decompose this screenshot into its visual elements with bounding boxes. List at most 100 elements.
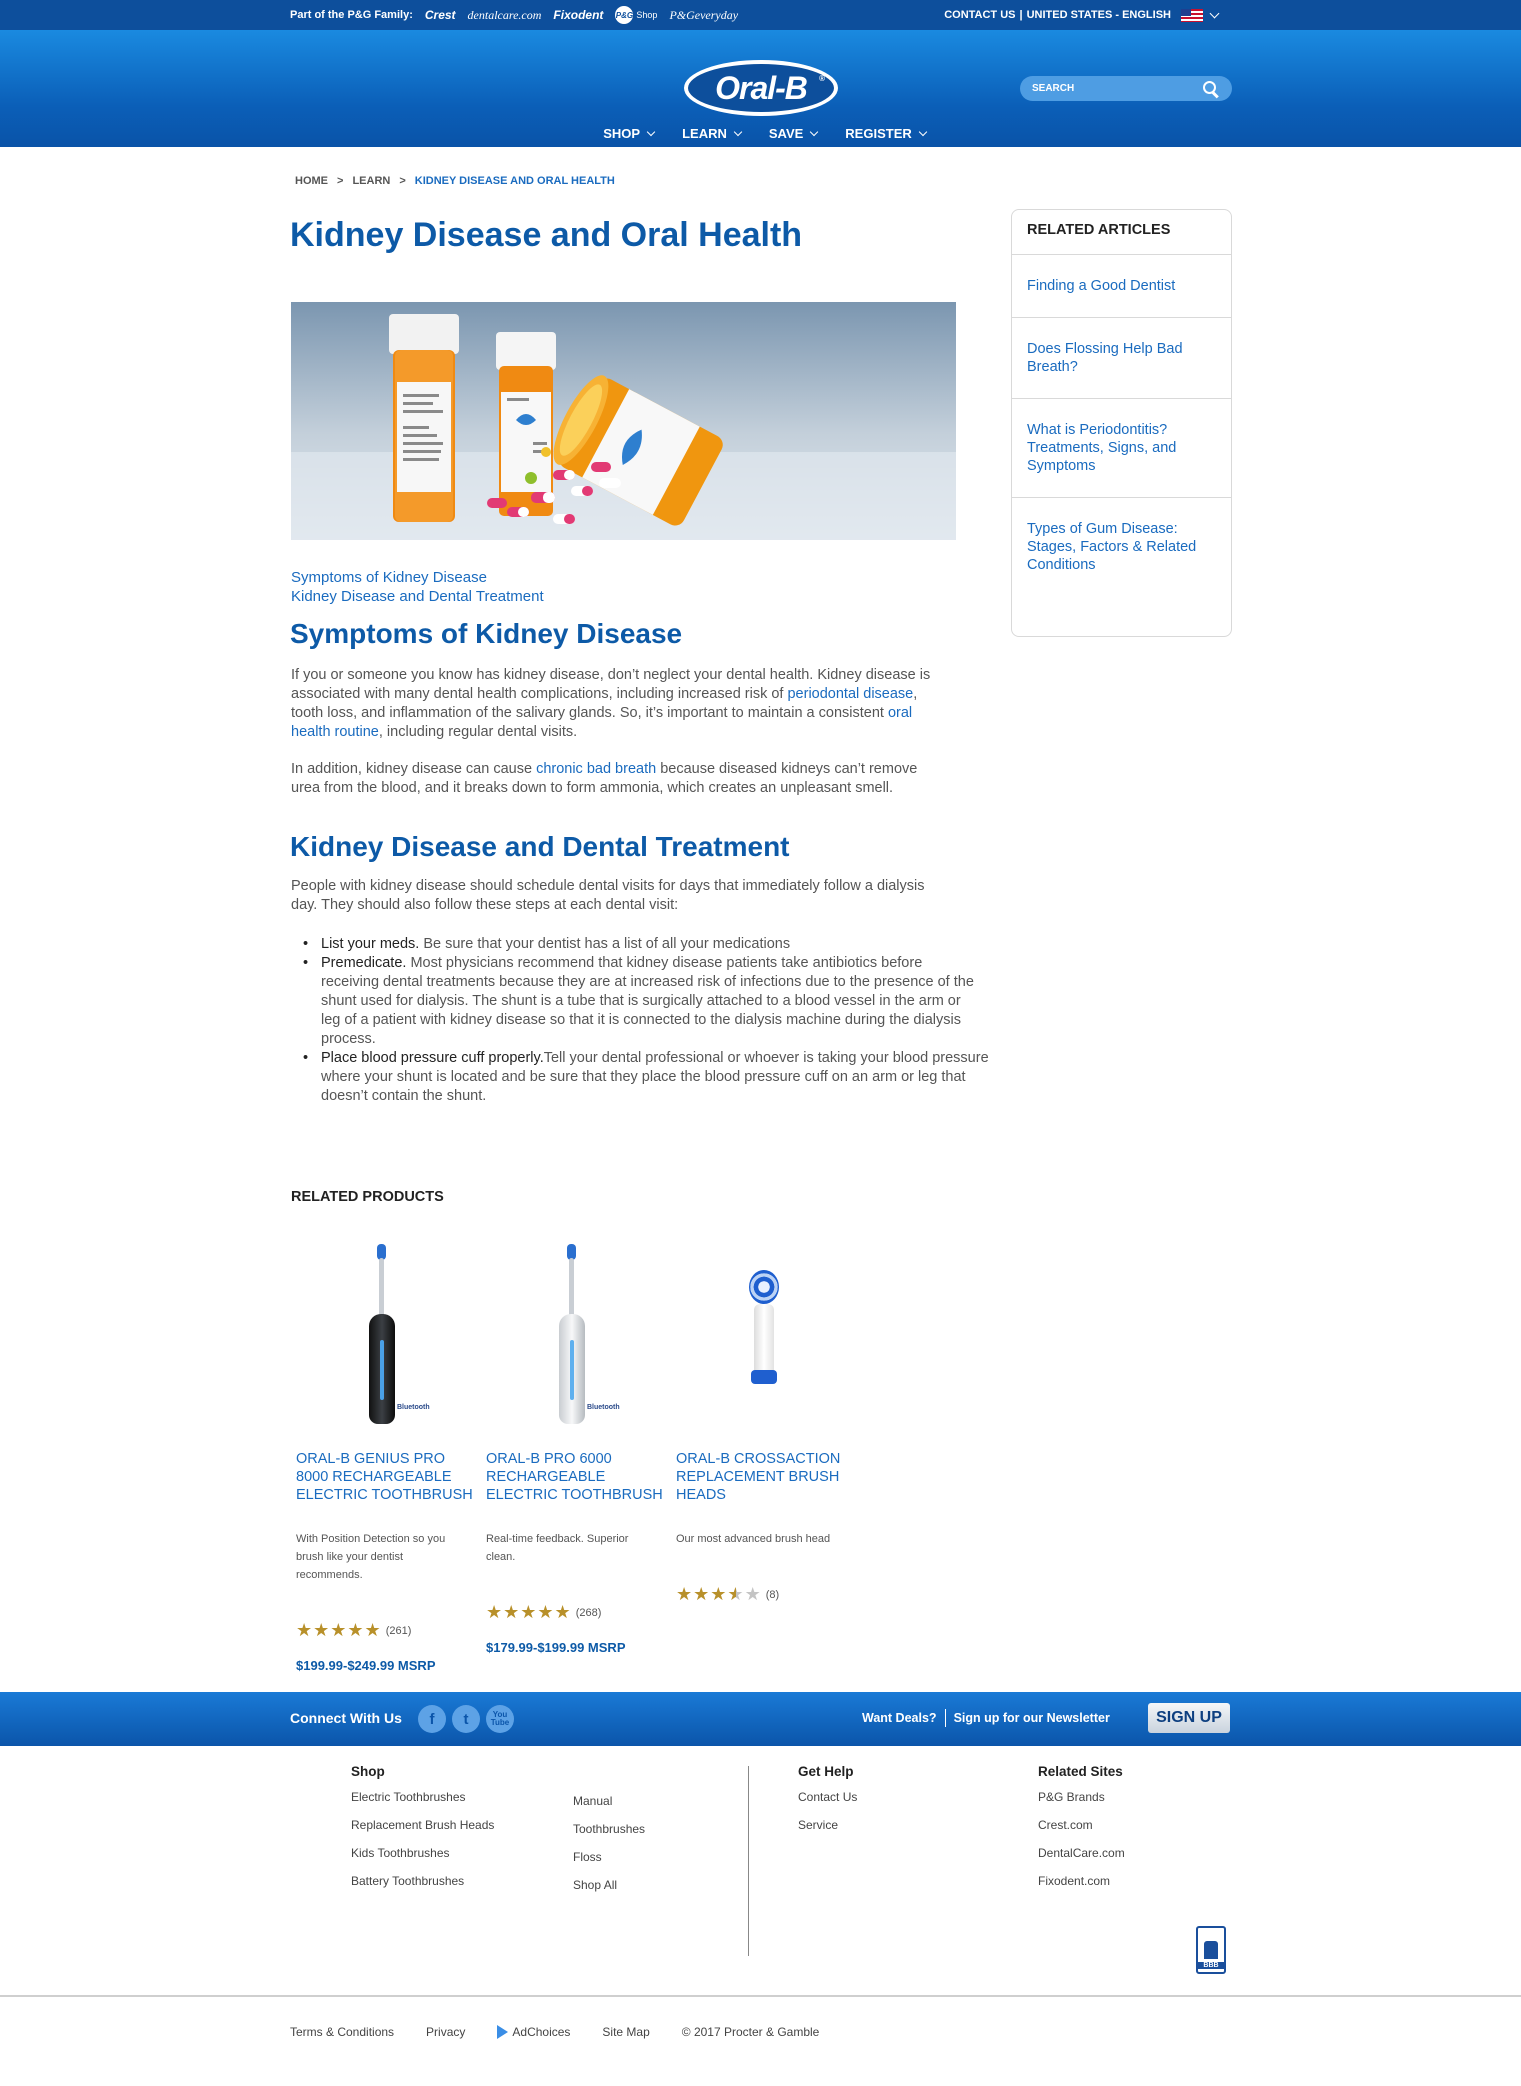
main-nav: SHOP LEARN SAVE REGISTER (0, 126, 1521, 141)
footer-link[interactable]: P&G Brands (1038, 1790, 1125, 1818)
section-heading-symptoms: Symptoms of Kidney Disease (290, 618, 683, 649)
footer-link[interactable]: Crest.com (1038, 1818, 1125, 1846)
facebook-icon[interactable]: f (418, 1705, 446, 1733)
product-card-pro-6000[interactable]: Bluetooth ORAL-B PRO 6000 RECHARGEABLE E… (481, 1240, 671, 1655)
site-map-link[interactable]: Site Map (602, 2025, 649, 2039)
related-article-link[interactable]: Types of Gum Disease: Stages, Factors & … (1012, 498, 1231, 596)
dentalcare-link[interactable]: dentalcare.com (468, 8, 542, 23)
youtube-icon[interactable]: You Tube (486, 1705, 514, 1733)
breadcrumb-separator: > (337, 175, 344, 187)
review-count[interactable]: (8) (766, 1589, 779, 1601)
footer-link[interactable]: Shop All (573, 1878, 645, 1906)
search-icon[interactable] (1202, 80, 1220, 98)
step-text: Be sure that your dentist has a list of … (419, 936, 791, 952)
nav-save[interactable]: SAVE (769, 126, 819, 141)
fixodent-link[interactable]: Fixodent (553, 8, 603, 22)
twitter-icon[interactable]: t (452, 1705, 480, 1733)
chronic-bad-breath-link[interactable]: chronic bad breath (536, 761, 656, 777)
article-toc: Symptoms of Kidney Disease Kidney Diseas… (291, 568, 544, 606)
chevron-down-icon (733, 127, 743, 136)
bbb-accredited-badge[interactable]: BBB (1196, 1926, 1226, 1974)
breadcrumb-home[interactable]: HOME (295, 175, 328, 187)
related-article-link[interactable]: Finding a Good Dentist (1012, 255, 1231, 318)
footer-link[interactable]: Battery Toothbrushes (351, 1874, 494, 1902)
pill-bottles-illustration (291, 314, 956, 540)
footer-shop-column-2: Manual Toothbrushes Floss Shop All (573, 1794, 645, 1906)
product-price: $199.99-$249.99 MSRP (296, 1658, 436, 1673)
sign-up-button[interactable]: SIGN UP (1148, 1703, 1230, 1733)
brush-head-icon (749, 1270, 779, 1384)
product-name[interactable]: ORAL-B PRO 6000 RECHARGEABLE ELECTRIC TO… (486, 1450, 671, 1504)
registered-mark: ® (819, 74, 825, 83)
footer-heading: Shop (351, 1764, 385, 1779)
product-name[interactable]: ORAL-B CROSSACTION REPLACEMENT BRUSH HEA… (676, 1450, 861, 1504)
footer-link[interactable]: DentalCare.com (1038, 1846, 1125, 1874)
step-lead: Premedicate. (321, 955, 407, 971)
pg-family-bar: Part of the P&G Family: Crest dentalcare… (0, 0, 1521, 30)
pg-logo-icon: P&G (615, 6, 634, 24)
adchoices-link[interactable]: AdChoices (497, 2025, 570, 2039)
review-count[interactable]: (261) (386, 1625, 412, 1637)
terms-link[interactable]: Terms & Conditions (290, 2025, 394, 2039)
connect-label: Connect With Us (290, 1710, 402, 1726)
product-name[interactable]: ORAL-B GENIUS PRO 8000 RECHARGEABLE ELEC… (296, 1450, 481, 1504)
product-image[interactable]: Bluetooth (291, 1240, 481, 1425)
product-image[interactable] (671, 1240, 861, 1425)
footer-link[interactable]: Electric Toothbrushes (351, 1790, 494, 1818)
nav-learn[interactable]: LEARN (682, 126, 743, 141)
footer-help-column: Get Help Contact Us Service (798, 1764, 857, 1846)
product-description: Our most advanced brush head (676, 1533, 831, 1545)
footer-link[interactable]: Contact Us (798, 1790, 857, 1818)
social-links: f t You Tube (418, 1705, 514, 1733)
footer-link[interactable]: Kids Toothbrushes (351, 1846, 494, 1874)
footer-link[interactable]: Toothbrushes (573, 1822, 645, 1850)
us-flag-icon[interactable] (1181, 8, 1203, 22)
search-placeholder: SEARCH (1032, 83, 1075, 94)
article-paragraph: In addition, kidney disease can cause ch… (291, 760, 931, 798)
oral-b-logo[interactable]: Oral-B ® (684, 60, 838, 116)
footer-link[interactable]: Manual (573, 1794, 645, 1822)
site-header: Oral-B ® SEARCH SHOP LEARN SAVE REGISTER (0, 30, 1521, 147)
chevron-down-icon[interactable] (1209, 8, 1220, 18)
nav-label: SHOP (603, 126, 641, 141)
product-card-genius-8000[interactable]: Bluetooth ORAL-B GENIUS PRO 8000 RECHARG… (291, 1240, 481, 1673)
product-rating: ★★★★★ (261) (296, 1620, 411, 1641)
review-count[interactable]: (268) (576, 1607, 602, 1619)
privacy-link[interactable]: Privacy (426, 2025, 465, 2039)
product-rating: ★★★★★ (268) (486, 1602, 601, 1623)
periodontal-disease-link[interactable]: periodontal disease (787, 686, 913, 702)
footer-heading: Get Help (798, 1764, 854, 1779)
contact-us-link[interactable]: CONTACT US (944, 9, 1015, 21)
nav-register[interactable]: REGISTER (845, 126, 928, 141)
product-image[interactable]: Bluetooth (481, 1240, 671, 1425)
star-rating-icon: ★★★★★ (296, 1620, 382, 1640)
toc-link-symptoms[interactable]: Symptoms of Kidney Disease (291, 568, 544, 587)
adchoices-icon (497, 2025, 509, 2039)
toc-link-treatment[interactable]: Kidney Disease and Dental Treatment (291, 587, 544, 606)
footer-link[interactable]: Fixodent.com (1038, 1874, 1125, 1902)
crest-link[interactable]: Crest (425, 8, 456, 22)
article-paragraph: If you or someone you know has kidney di… (291, 666, 951, 742)
divider (944, 1709, 946, 1727)
region-selector[interactable]: UNITED STATES - ENGLISH (1027, 9, 1171, 21)
pg-family-label: Part of the P&G Family: (290, 9, 413, 21)
legal-links: Terms & Conditions Privacy AdChoices Sit… (290, 2025, 819, 2039)
related-article-link[interactable]: What is Periodontitis? Treatments, Signs… (1012, 399, 1231, 498)
footer-link[interactable]: Service (798, 1818, 857, 1846)
search-input[interactable]: SEARCH (1020, 76, 1232, 101)
footer-shop-column: Shop Electric Toothbrushes Replacement B… (351, 1764, 494, 1902)
bbb-torch-icon (1204, 1941, 1218, 1959)
article-paragraph: People with kidney disease should schedu… (291, 878, 925, 913)
product-card-crossaction-heads[interactable]: ORAL-B CROSSACTION REPLACEMENT BRUSH HEA… (671, 1240, 861, 1604)
pg-shop-label: Shop (636, 10, 658, 20)
list-item: Premedicate. Most physicians recommend t… (291, 954, 976, 1049)
pg-everyday-link[interactable]: P&Geveryday (669, 8, 738, 23)
footer-link[interactable]: Floss (573, 1850, 645, 1878)
nav-shop[interactable]: SHOP (603, 126, 656, 141)
pg-shop-link[interactable]: P&G Shop (615, 6, 657, 24)
logo-text: Oral-B (715, 69, 808, 106)
footer-link[interactable]: Replacement Brush Heads (351, 1818, 494, 1846)
related-article-link[interactable]: Does Flossing Help Bad Breath? (1012, 318, 1231, 399)
related-products-heading: RELATED PRODUCTS (291, 1189, 444, 1205)
breadcrumb-learn[interactable]: LEARN (352, 175, 390, 187)
